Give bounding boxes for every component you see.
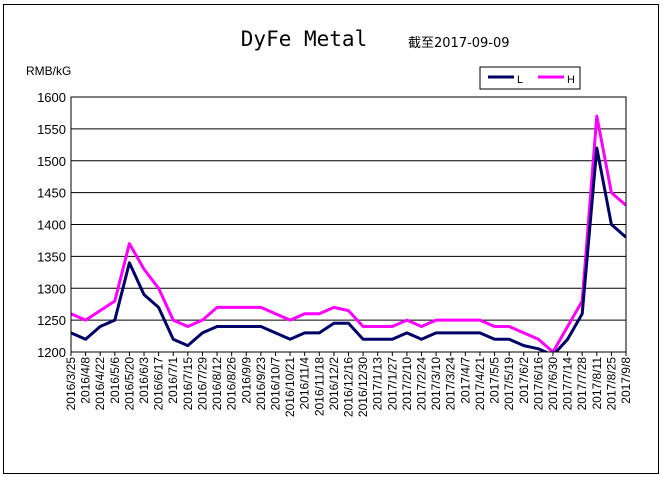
- x-tick-label: 2016/6/17: [152, 357, 166, 411]
- x-tick-label: 2016/8/12: [210, 357, 224, 411]
- chart-title: DyFe Metal: [241, 27, 367, 51]
- legend-label-l: L: [517, 74, 523, 86]
- x-tick-labels: 2016/3/25 2016/4/8 2016/4/22 2016/5/6 2016/5…: [64, 352, 633, 417]
- x-tick-label: 2016/10/21: [283, 357, 297, 417]
- x-tick-label: 2016/11/4: [298, 357, 312, 410]
- y-tick-label: 1600: [37, 90, 66, 105]
- x-tick-label: 2017/6/2: [517, 357, 531, 404]
- x-tick-label: 2016/5/20: [122, 357, 136, 411]
- chart-subtitle: 截至2017-09-09: [408, 36, 510, 51]
- y-tick-label: 1450: [37, 186, 66, 201]
- y-tick-label: 1250: [37, 313, 66, 328]
- x-tick-label: 2016/9/23: [254, 357, 268, 411]
- x-tick-label: 2017/3/10: [429, 357, 443, 411]
- x-tick-label: 2016/12/16: [342, 357, 356, 417]
- series-lines: [71, 114, 626, 352]
- y-tick-label: 1300: [37, 281, 66, 296]
- x-tick-label: 2016/4/22: [93, 357, 107, 411]
- x-tick-label: 2017/8/25: [604, 357, 618, 411]
- legend: L H: [479, 66, 581, 90]
- y-axis-label: RMB/kG: [26, 64, 71, 78]
- line-chart: DyFe Metal 截至2017-09-09 RMB/kG L H 12001…: [26, 27, 633, 417]
- series-line-h: [71, 114, 626, 352]
- x-tick-label: 2016/4/8: [79, 357, 93, 404]
- x-tick-label: 2016/7/1: [166, 357, 180, 404]
- x-tick-label: 2016/12/30: [356, 357, 370, 417]
- y-tick-labels: 1200 1250 1300 1350 1400 1450 1500 1550 1600: [37, 90, 66, 360]
- x-tick-label: 2017/6/30: [546, 357, 560, 411]
- x-tick-label: 2016/3/25: [64, 357, 78, 411]
- x-tick-label: 2017/2/24: [415, 357, 429, 411]
- series-line-l: [71, 146, 626, 352]
- x-tick-label: 2017/4/7: [458, 357, 472, 404]
- x-tick-label: 2016/5/6: [108, 357, 122, 404]
- x-tick-label: 2017/5/19: [502, 357, 516, 411]
- grid: [71, 96, 626, 353]
- x-tick-label: 2016/7/15: [181, 357, 195, 411]
- x-tick-label: 2017/1/13: [371, 357, 385, 411]
- x-tick-label: 2017/6/16: [531, 357, 545, 411]
- chart-frame: DyFe Metal 截至2017-09-09 RMB/kG L H 1200 1…: [3, 4, 659, 474]
- x-tick-label: 2016/7/29: [195, 357, 209, 411]
- y-tick-label: 1500: [37, 154, 66, 169]
- x-tick-label: 2017/7/28: [575, 357, 589, 411]
- x-tick-label: 2016/6/3: [137, 357, 151, 404]
- x-tick-label: 2017/8/11: [590, 357, 604, 410]
- legend-label-h: H: [567, 74, 575, 86]
- x-tick-label: 2016/12/2: [327, 357, 341, 411]
- y-tick-label: 1200: [37, 345, 66, 360]
- x-tick-label: 2017/1/27: [385, 357, 399, 411]
- x-tick-label: 2016/11/18: [312, 357, 326, 416]
- x-tick-label: 2016/9/9: [239, 357, 253, 404]
- x-tick-label: 2017/5/5: [488, 357, 502, 404]
- x-tick-label: 2017/9/8: [619, 357, 633, 404]
- x-tick-label: 2017/7/14: [561, 357, 575, 411]
- x-tick-label: 2016/8/26: [225, 357, 239, 411]
- x-tick-label: 2017/4/21: [473, 357, 487, 411]
- x-tick-label: 2017/3/24: [444, 357, 458, 411]
- x-tick-label: 2017/2/10: [400, 357, 414, 411]
- x-tick-label: 2016/10/7: [268, 357, 282, 411]
- y-tick-label: 1400: [37, 218, 66, 233]
- y-tick-label: 1350: [37, 249, 66, 264]
- y-tick-label: 1550: [37, 122, 66, 137]
